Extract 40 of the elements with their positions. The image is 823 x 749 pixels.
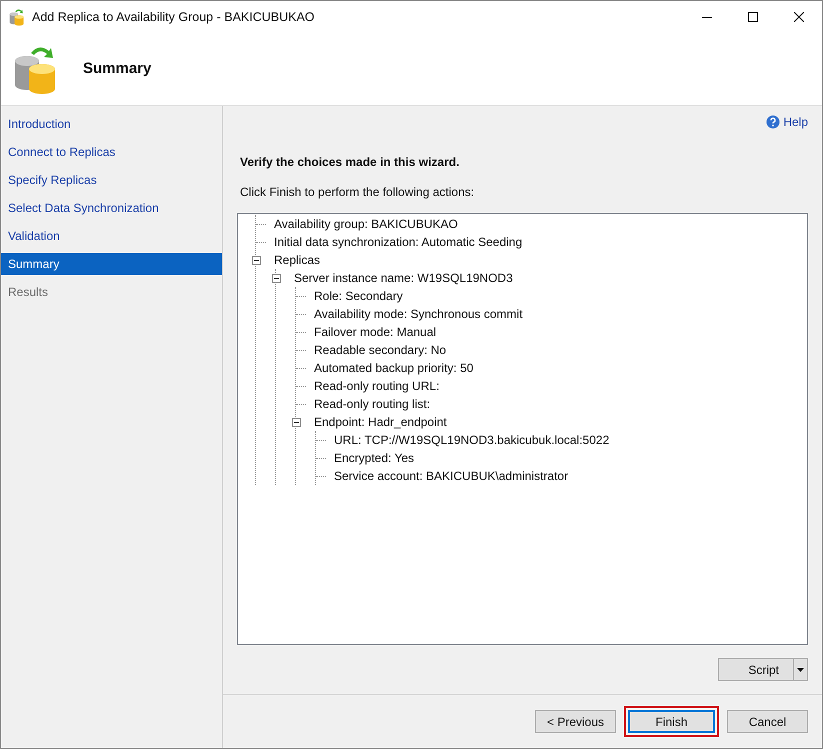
tree-item[interactable]: URL: TCP://W19SQL19NOD3.bakicubuk.local:5022 (334, 431, 610, 449)
heading: Verify the choices made in this wizard. (240, 154, 460, 171)
tree-item[interactable]: Failover mode: Manual (314, 323, 436, 341)
collapse-toggle[interactable] (252, 256, 261, 264)
wizard-step[interactable]: Select Data Synchronization (1, 197, 222, 219)
help-button[interactable]: Help (766, 113, 808, 131)
wizard-button[interactable]: Finish (628, 710, 715, 733)
script-button[interactable]: Script (718, 658, 794, 681)
tree-item[interactable]: Initial data synchronization: Automatic Seeding (274, 233, 522, 251)
page-title: Summary (83, 58, 152, 79)
maximize-icon (748, 12, 758, 22)
wizard-button[interactable]: < Previous (535, 710, 616, 733)
dropdown-button[interactable] (794, 658, 808, 681)
database-sync-icon (9, 8, 25, 26)
tree-item[interactable]: Encrypted: Yes (334, 449, 414, 467)
tree-item[interactable]: Availability group: BAKICUBUKAO (274, 215, 458, 233)
window-title: Add Replica to Availability Group - BAKICUBUKAO (32, 8, 315, 26)
tree-item[interactable]: Role: Secondary (314, 287, 403, 305)
help-icon (766, 115, 780, 129)
tree-item[interactable]: Read-only routing URL: (314, 377, 440, 395)
instruction: Click Finish to perform the following actions: (240, 184, 476, 201)
collapse-toggle[interactable] (272, 274, 281, 282)
tree-item[interactable]: Availability mode: Synchronous commit (314, 305, 523, 323)
wizard-step[interactable]: Introduction (1, 113, 222, 135)
tree-item[interactable]: Server instance name: W19SQL19NOD3 (294, 269, 513, 287)
tree-item[interactable]: Readable secondary: No (314, 341, 446, 359)
tree-item[interactable]: Read-only routing list: (314, 395, 430, 413)
collapse-toggle[interactable] (292, 418, 301, 426)
tree-item[interactable]: Automated backup priority: 50 (314, 359, 474, 377)
wizard-step[interactable]: Validation (1, 225, 222, 247)
wizard-button[interactable]: Cancel (727, 710, 808, 733)
wizard-step[interactable]: Summary (1, 253, 222, 275)
wizard-step[interactable]: Connect to Replicas (1, 141, 222, 163)
close-icon (794, 12, 804, 22)
wizard-step[interactable]: Specify Replicas (1, 169, 222, 191)
tree-item[interactable]: Endpoint: Hadr_endpoint (314, 413, 447, 431)
tree-item[interactable]: Service account: BAKICUBUK\administrator (334, 467, 568, 485)
caret-icon (797, 668, 804, 672)
minimize-icon (702, 16, 712, 18)
tree-item[interactable]: Replicas (274, 251, 320, 269)
